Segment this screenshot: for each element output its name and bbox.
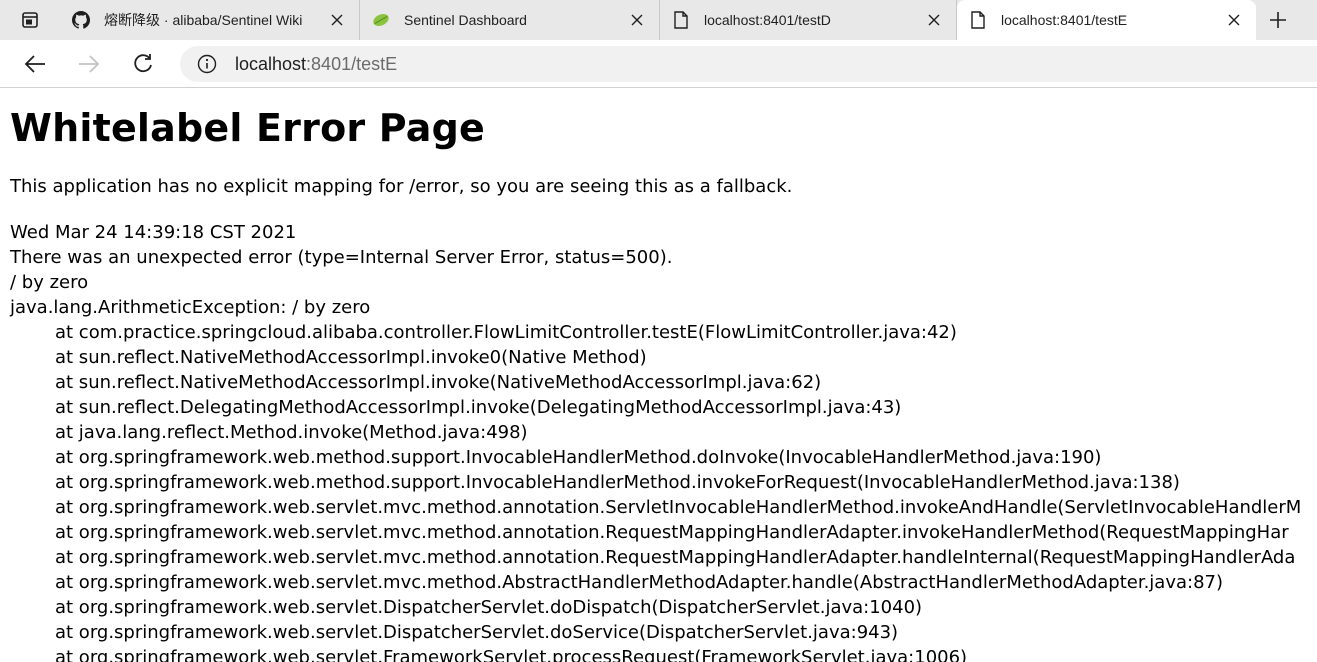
exception-line: java.lang.ArithmeticException: / by zero — [10, 297, 371, 318]
stack-frame: at org.springframework.web.servlet.mvc.m… — [55, 572, 1224, 593]
github-icon — [72, 11, 90, 29]
error-message: / by zero — [10, 272, 89, 293]
stack-frame: at java.lang.reflect.Method.invoke(Metho… — [55, 422, 528, 443]
close-icon — [928, 14, 940, 26]
close-icon — [631, 14, 643, 26]
page-icon — [672, 11, 690, 29]
error-description: This application has no explicit mapping… — [10, 176, 793, 197]
stack-frame: at org.springframework.web.servlet.mvc.m… — [55, 522, 1289, 543]
tab-sentinel-dashboard[interactable]: Sentinel Dashboard — [360, 0, 660, 40]
plus-icon — [1270, 12, 1286, 28]
stack-frame: at org.springframework.web.servlet.mvc.m… — [55, 547, 1296, 568]
stack-frame: at sun.reflect.DelegatingMethodAccessorI… — [55, 397, 902, 418]
tab-title: 熔断降级 · alibaba/Sentinel Wiki — [104, 12, 303, 28]
page-content: Whitelabel Error Page This application h… — [0, 89, 1317, 662]
address-bar[interactable]: localhost:8401/testE — [180, 46, 1317, 82]
tab-testd[interactable]: localhost:8401/testD — [660, 0, 957, 40]
close-tab-button[interactable] — [922, 8, 946, 32]
tab-title: localhost:8401/testE — [1001, 12, 1128, 28]
stack-frame: at sun.reflect.NativeMethodAccessorImpl.… — [55, 372, 822, 393]
new-tab-button[interactable] — [1256, 0, 1300, 40]
tab-actions-button[interactable] — [0, 0, 60, 40]
url-path: :8401/testE — [306, 53, 398, 74]
reload-icon — [134, 53, 152, 72]
tab-sentinel-wiki[interactable]: 熔断降级 · alibaba/Sentinel Wiki — [60, 0, 360, 40]
url-text[interactable]: localhost:8401/testE — [235, 54, 397, 75]
page-heading: Whitelabel Error Page — [10, 106, 485, 150]
forward-button[interactable] — [71, 46, 107, 82]
tab-strip: 熔断降级 · alibaba/Sentinel Wiki Sentinel Da… — [0, 0, 1317, 40]
stack-frame: at org.springframework.web.servlet.Frame… — [55, 647, 968, 662]
close-icon — [331, 14, 343, 26]
close-icon — [1228, 14, 1240, 26]
stack-frame: at org.springframework.web.method.suppor… — [55, 472, 1180, 493]
stack-frame: at org.springframework.web.servlet.mvc.m… — [55, 497, 1302, 518]
back-button[interactable] — [17, 46, 53, 82]
stack-frame: at sun.reflect.NativeMethodAccessorImpl.… — [55, 347, 647, 368]
url-host: localhost — [235, 53, 307, 74]
page-icon — [969, 11, 987, 29]
error-details: Wed Mar 24 14:39:18 CST 2021 There was a… — [10, 220, 1317, 662]
leaf-icon — [372, 11, 390, 29]
info-icon[interactable] — [197, 54, 217, 74]
error-summary: There was an unexpected error (type=Inte… — [10, 247, 673, 268]
tab-title: localhost:8401/testD — [704, 12, 831, 28]
error-timestamp: Wed Mar 24 14:39:18 CST 2021 — [10, 222, 297, 243]
tab-actions-icon — [22, 12, 38, 28]
tab-title: Sentinel Dashboard — [404, 12, 527, 28]
browser-toolbar: localhost:8401/testE — [0, 40, 1317, 88]
arrow-right-icon — [79, 54, 100, 73]
reload-button[interactable] — [125, 46, 161, 82]
close-tab-button[interactable] — [1222, 8, 1246, 32]
close-tab-button[interactable] — [325, 8, 349, 32]
stack-frame: at org.springframework.web.method.suppor… — [55, 447, 1102, 468]
close-tab-button[interactable] — [625, 8, 649, 32]
stack-frame: at org.springframework.web.servlet.Dispa… — [55, 622, 899, 643]
stack-frame: at com.practice.springcloud.alibaba.cont… — [55, 322, 957, 343]
arrow-left-icon — [24, 54, 45, 73]
stack-frame: at org.springframework.web.servlet.Dispa… — [55, 597, 923, 618]
tab-teste[interactable]: localhost:8401/testE — [957, 0, 1256, 40]
